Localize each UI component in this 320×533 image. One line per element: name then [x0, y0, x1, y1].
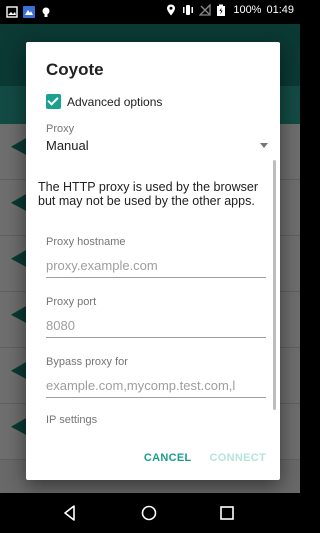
- proxy-port-input[interactable]: [46, 314, 266, 338]
- no-signal-icon: [198, 3, 211, 16]
- dialog-title: Coyote: [46, 60, 104, 79]
- dialog-scroll-content[interactable]: The HTTP proxy is used by the browser bu…: [26, 172, 280, 430]
- home-circle-icon[interactable]: [139, 503, 159, 523]
- proxy-hostname-label: Proxy hostname: [46, 236, 126, 248]
- clock: 01:49: [266, 4, 294, 16]
- dropdown-arrow-icon: [260, 143, 268, 148]
- status-right-icons: 100% 01:49: [165, 3, 294, 16]
- proxy-note: The HTTP proxy is used by the browser bu…: [38, 180, 258, 208]
- proxy-dropdown[interactable]: Manual: [46, 138, 268, 160]
- connect-button[interactable]: CONNECT: [210, 452, 267, 464]
- battery-percent: 100%: [233, 4, 262, 16]
- proxy-port-label: Proxy port: [46, 296, 97, 308]
- proxy-hostname-input[interactable]: [46, 254, 266, 278]
- navigation-bar: [0, 493, 300, 533]
- recents-square-icon[interactable]: [217, 503, 237, 523]
- proxy-label: Proxy: [46, 123, 75, 135]
- app-notification-icon: [23, 5, 35, 18]
- advanced-options-checkbox[interactable]: [46, 94, 61, 109]
- location-icon: [165, 4, 177, 16]
- vibrate-icon: [182, 4, 194, 16]
- status-bar: 100% 01:49: [0, 0, 300, 24]
- status-left-icons: [6, 5, 52, 18]
- wifi-connect-dialog: Coyote Advanced options Proxy Manual The…: [26, 42, 280, 480]
- image-notification-icon: [6, 5, 18, 18]
- cancel-button[interactable]: CANCEL: [144, 452, 192, 464]
- advanced-options-checkbox-row[interactable]: Advanced options: [46, 94, 162, 109]
- proxy-selected-value: Manual: [46, 138, 89, 153]
- bypass-proxy-label: Bypass proxy for: [46, 356, 128, 368]
- dialog-actions: CANCEL CONNECT: [144, 452, 266, 464]
- back-triangle-icon[interactable]: [60, 503, 80, 523]
- bypass-proxy-input[interactable]: [46, 374, 266, 398]
- battery-icon: [216, 4, 228, 16]
- ip-settings-label: IP settings: [46, 414, 98, 426]
- advanced-options-label: Advanced options: [67, 94, 163, 109]
- bulb-notification-icon: [40, 5, 52, 17]
